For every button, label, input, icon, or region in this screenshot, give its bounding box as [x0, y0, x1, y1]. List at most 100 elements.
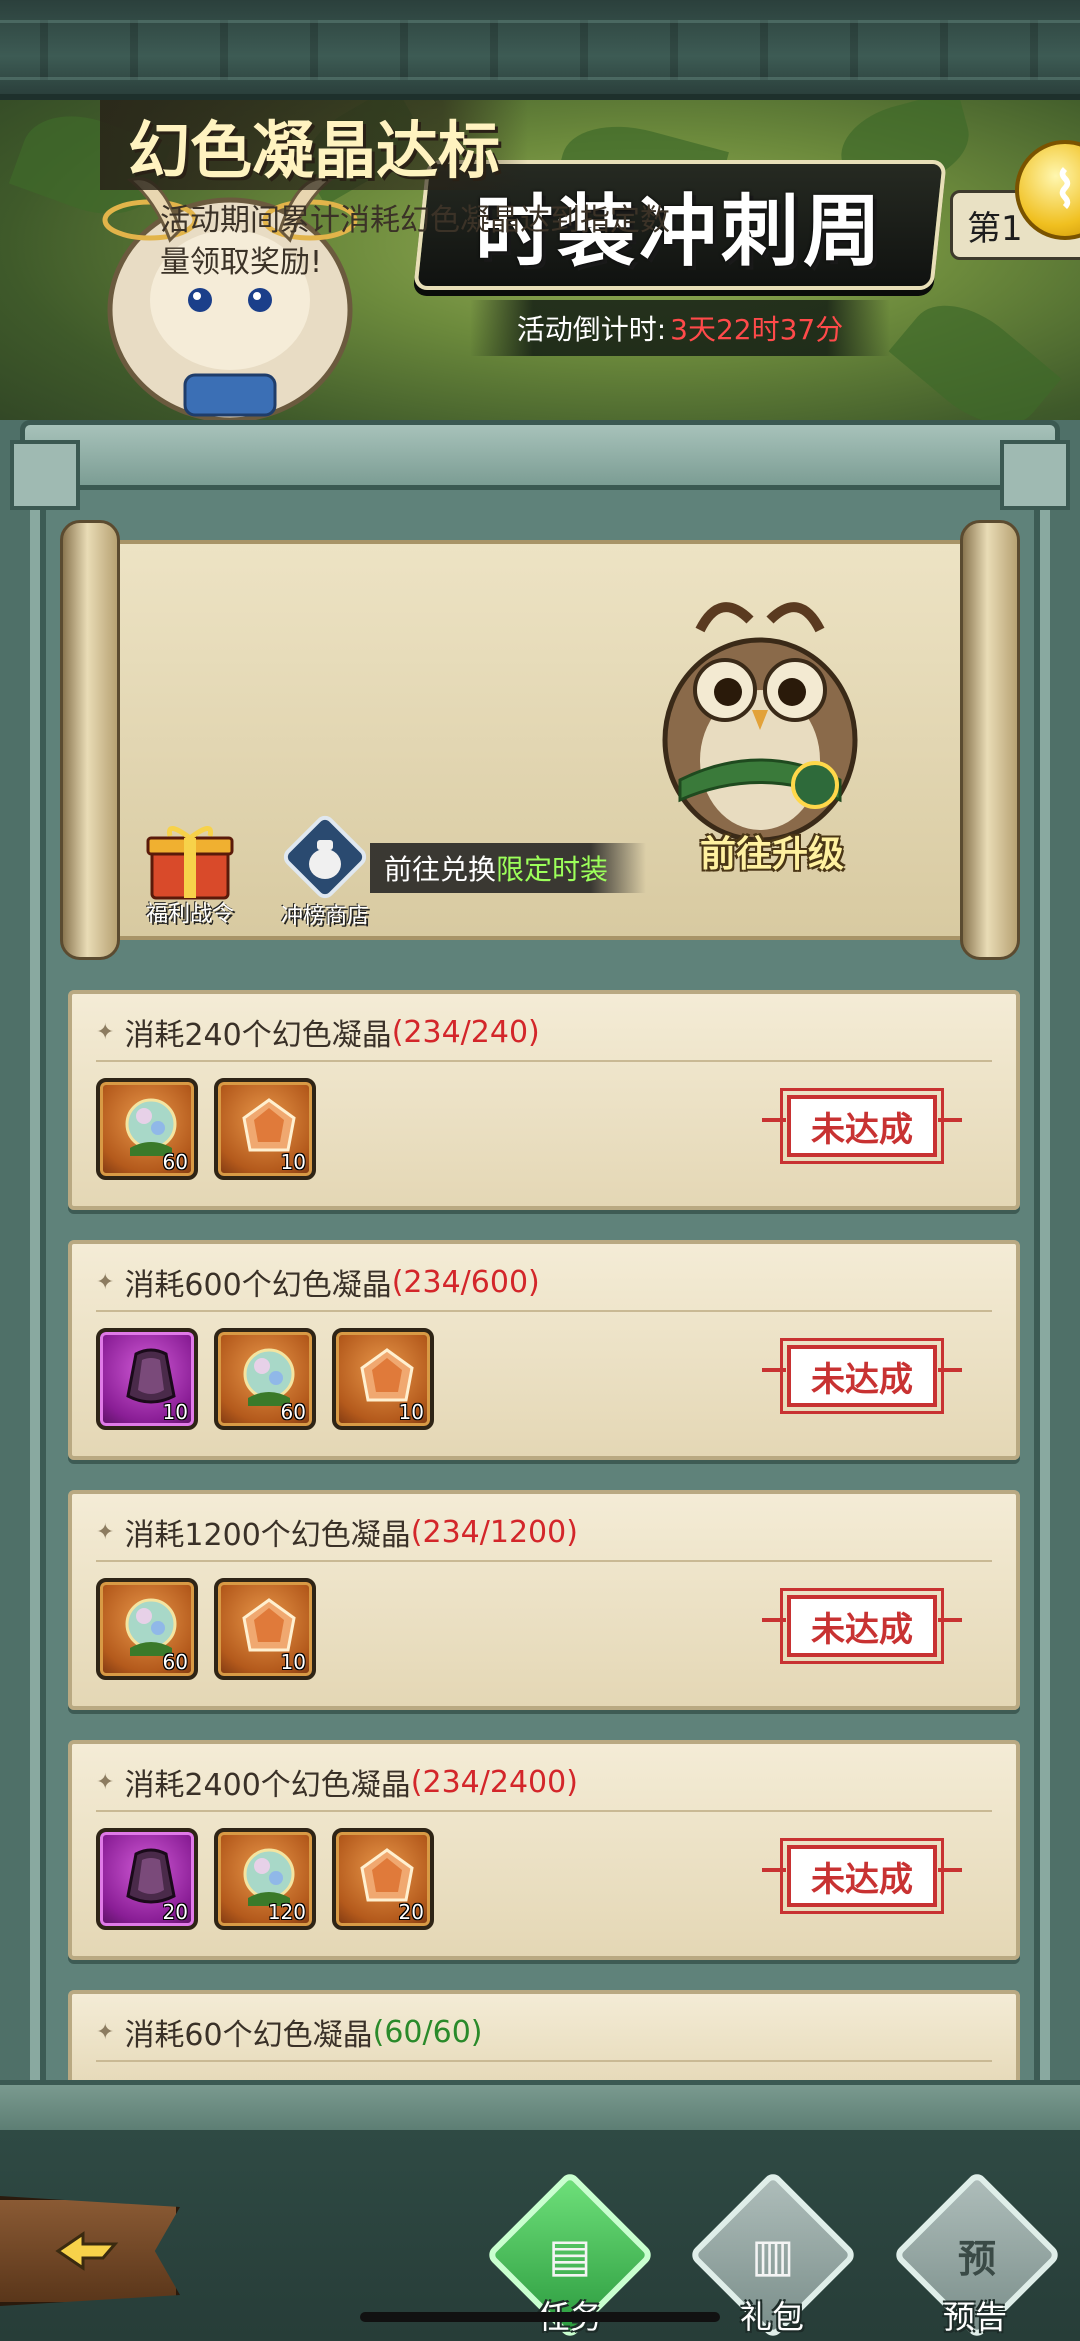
stamp-side-line: [938, 1618, 962, 1622]
task-title: 消耗240个幻色凝晶: [124, 1018, 392, 1053]
task-divider: [96, 1310, 992, 1312]
reward-list: 60 10: [96, 1078, 316, 1180]
nav-preview-label[interactable]: 预告: [943, 2292, 1007, 2338]
exchange-highlight: 限定时装: [496, 853, 609, 886]
event-description: 活动期间累计消耗幻色凝晶达到指定数量领取奖励!: [160, 203, 670, 280]
amber-gem-icon: [360, 1348, 414, 1402]
event-section-title: 幻色凝晶达标: [100, 100, 529, 190]
crystal-orb-icon: [243, 1848, 295, 1906]
not-achieved-stamp: 未达成: [762, 1088, 962, 1164]
reward-item-crystal-orb[interactable]: 60: [96, 1078, 198, 1180]
reward-item-crystal-orb[interactable]: 60: [214, 1328, 316, 1430]
reward-list: 10 60 10: [96, 1328, 434, 1430]
ranking-shop-label: 冲榜商店: [280, 904, 369, 929]
week-tab-label: 第1: [967, 208, 1023, 249]
countdown-value: 3天22时37分: [670, 313, 844, 346]
task-progress: (60/60): [372, 2014, 483, 2050]
preview-icon: 预: [957, 2236, 996, 2281]
reward-count: 60: [280, 1400, 306, 1424]
status-label: 未达成: [780, 1088, 944, 1164]
task-divider: [96, 1560, 992, 1562]
task-header: ✦ 消耗60个幻色凝晶 (60/60): [96, 2010, 483, 2054]
purple-cloak-icon: [126, 1348, 176, 1404]
gift-icon: ▥: [751, 2228, 795, 2282]
reward-list: 20 120 20: [96, 1828, 434, 1930]
reward-count: 20: [162, 1900, 188, 1924]
stamp-side-line: [762, 1118, 786, 1122]
sparkle-icon: ✦: [96, 1019, 115, 1045]
task-progress: (234/240): [391, 1014, 540, 1050]
task-divider: [96, 2060, 992, 2062]
reward-item-crystal-orb[interactable]: 60: [96, 1578, 198, 1680]
sparkle-icon: ✦: [96, 1769, 115, 1795]
purple-cloak-icon: [126, 1848, 176, 1904]
task-divider: [96, 1810, 992, 1812]
exchange-prefix: 前往兑换: [384, 853, 497, 886]
reward-item-purple-cloak[interactable]: 10: [96, 1328, 198, 1430]
not-achieved-stamp: 未达成: [762, 1588, 962, 1664]
nav-gifts-label[interactable]: 礼包: [740, 2292, 804, 2338]
money-bag-icon: [283, 815, 367, 899]
task-divider: [96, 1060, 992, 1062]
reward-item-crystal-orb[interactable]: 120: [214, 1828, 316, 1930]
reward-count: 10: [280, 1650, 306, 1674]
reward-item-amber-gem[interactable]: 10: [214, 1578, 316, 1680]
crystal-orb-icon: [243, 1348, 295, 1406]
status-label: 未达成: [780, 1338, 944, 1414]
reward-count: 20: [398, 1900, 424, 1924]
task-progress: (234/600): [391, 1264, 540, 1300]
reward-count: 10: [280, 1150, 306, 1174]
task-card: ✦ 消耗600个幻色凝晶 (234/600) 10 60 10 未达成: [68, 1240, 1020, 1460]
stone-corner-right: [1000, 440, 1070, 510]
welfare-pass-label: 福利战令: [145, 902, 234, 927]
tasks-icon: ▤: [548, 2228, 592, 2282]
welfare-pass-button[interactable]: 福利战令: [135, 820, 245, 930]
amber-gem-icon: [242, 1598, 296, 1652]
reward-count: 60: [162, 1150, 188, 1174]
countdown-bar: 活动倒计时: 3天22时37分: [470, 300, 890, 356]
back-arrow-icon: [55, 2231, 119, 2271]
stamp-side-line: [762, 1868, 786, 1872]
sparkle-icon: ✦: [96, 2019, 115, 2045]
reward-count: 10: [398, 1400, 424, 1424]
reward-item-amber-gem[interactable]: 10: [332, 1328, 434, 1430]
crystal-orb-icon: [125, 1098, 177, 1156]
reward-item-purple-cloak[interactable]: 20: [96, 1828, 198, 1930]
ranking-shop-button[interactable]: 冲榜商店: [265, 812, 385, 932]
upgrade-link[interactable]: 前往升级: [700, 825, 844, 877]
scroll-roll-right: [960, 520, 1020, 960]
back-button[interactable]: [0, 2196, 180, 2306]
task-card: ✦ 消耗240个幻色凝晶 (234/240) 60 10 未达成: [68, 990, 1020, 1210]
task-title: 消耗600个幻色凝晶: [124, 1268, 392, 1303]
dragon-mascot-image: [102, 177, 358, 420]
amber-gem-icon: [242, 1098, 296, 1152]
reward-count: 60: [162, 1650, 188, 1674]
reward-item-amber-gem[interactable]: 10: [214, 1078, 316, 1180]
task-header: ✦ 消耗1200个幻色凝晶 (234/1200): [96, 1510, 578, 1554]
stamp-side-line: [938, 1368, 962, 1372]
owl-mascot-image[interactable]: [640, 590, 880, 850]
task-card: ✦ 消耗2400个幻色凝晶 (234/2400) 20 120 20 未达成: [68, 1740, 1020, 1960]
not-achieved-stamp: 未达成: [762, 1838, 962, 1914]
stamp-side-line: [762, 1368, 786, 1372]
task-header: ✦ 消耗2400个幻色凝晶 (234/2400): [96, 1760, 578, 1804]
reward-list: 60 10: [96, 1578, 316, 1680]
reward-item-amber-gem[interactable]: 20: [332, 1828, 434, 1930]
sparkle-icon: ✦: [96, 1519, 115, 1545]
crystal-orb-icon: [125, 1598, 177, 1656]
countdown-label: 活动倒计时:: [516, 313, 667, 346]
status-label: 未达成: [780, 1588, 944, 1664]
exchange-costume-link[interactable]: 前往兑换 限定时装: [370, 843, 647, 893]
amber-gem-icon: [360, 1848, 414, 1902]
reward-count: 120: [267, 1900, 306, 1924]
stone-frame-top: [20, 420, 1060, 490]
task-title: 消耗1200个幻色凝晶: [124, 1518, 411, 1553]
task-progress: (234/2400): [410, 1764, 578, 1800]
border-pattern: [0, 20, 1080, 80]
top-ornament-border: [0, 0, 1080, 100]
task-card: ✦ 消耗1200个幻色凝晶 (234/1200) 60 10 未达成: [68, 1490, 1020, 1710]
status-label: 未达成: [780, 1838, 944, 1914]
home-indicator[interactable]: [360, 2312, 720, 2322]
sparkle-icon: ✦: [96, 1269, 115, 1295]
stamp-side-line: [762, 1618, 786, 1622]
